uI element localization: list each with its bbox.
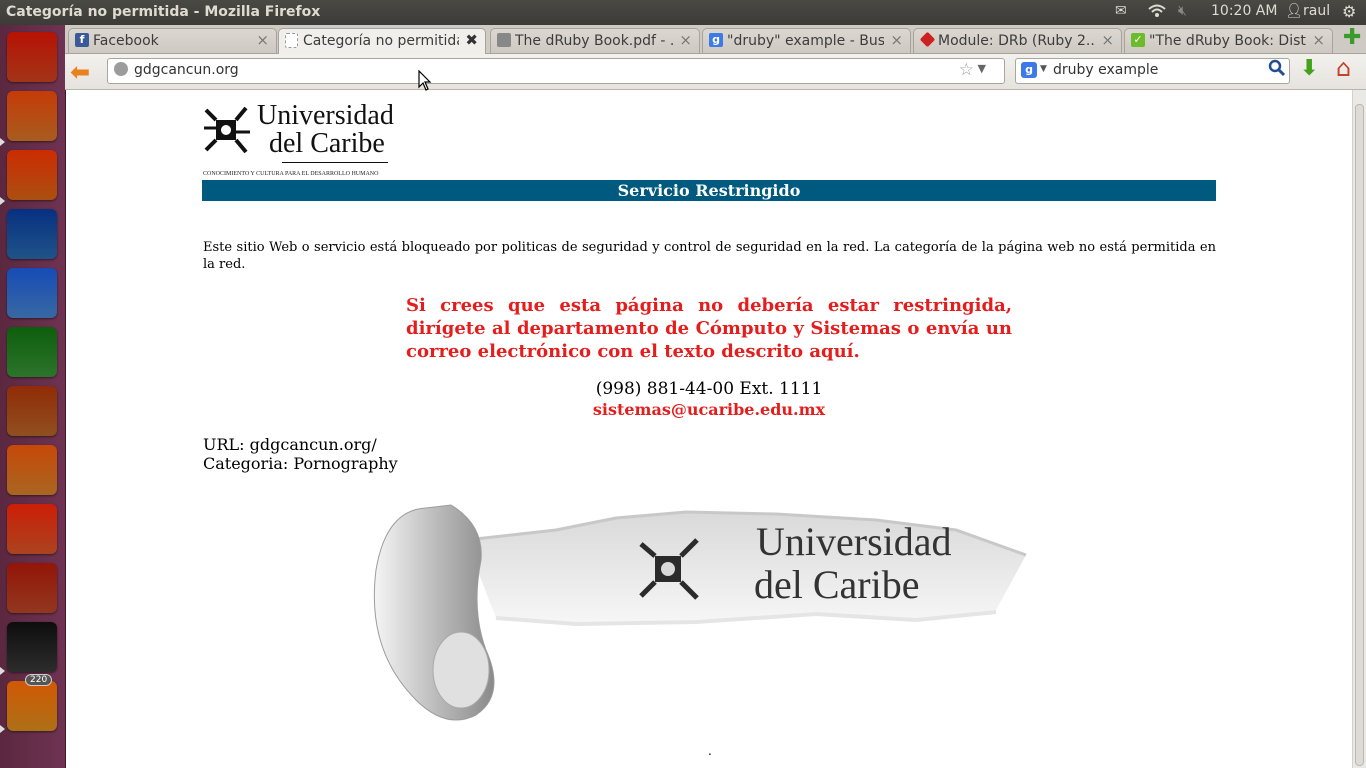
unity-launcher: 220: [0, 25, 66, 768]
tab-title: The dRuby Book.pdf - ...: [515, 33, 673, 49]
launcher-files[interactable]: [7, 91, 57, 141]
launcher-firefox[interactable]: [7, 150, 57, 200]
tab-google-search[interactable]: g "druby" example - Bus... ×: [702, 28, 911, 53]
user-name[interactable]: raul: [1303, 3, 1330, 19]
back-arrow-icon[interactable]: ⬅: [70, 58, 90, 86]
search-bar[interactable]: g ▼ druby example: [1015, 58, 1290, 84]
university-logo: Universidad del Caribe CONOCIMIENTO Y CU…: [202, 100, 394, 178]
restricted-banner: Servicio Restringido: [202, 180, 1216, 201]
logo-text-line2: del Caribe: [269, 128, 385, 159]
clock[interactable]: 10:20 AM: [1211, 3, 1277, 19]
check-icon: ✓: [1131, 33, 1145, 47]
phone-number: (998) 881-44-00 Ext. 1111: [595, 379, 823, 399]
home-icon[interactable]: ⌂: [1336, 54, 1351, 82]
new-tab-plus-icon[interactable]: ✚: [1343, 25, 1361, 50]
url-text[interactable]: gdgcancun.org: [134, 62, 239, 78]
search-input[interactable]: druby example: [1053, 62, 1158, 78]
blocked-category: Categoria: Pornography: [203, 454, 398, 473]
tab-title: Facebook: [93, 33, 159, 49]
page-dot: .: [708, 744, 712, 758]
email-address[interactable]: sistemas@ucaribe.edu.mx: [509, 400, 909, 419]
bookmark-star-icon[interactable]: ☆: [959, 60, 974, 80]
google-search-engine-icon[interactable]: g: [1021, 62, 1037, 78]
launcher-dash-home[interactable]: [7, 32, 57, 82]
close-tab-icon[interactable]: ×: [256, 31, 269, 49]
mail-icon[interactable]: ✉: [1115, 3, 1127, 19]
mouse-pointer-icon: [418, 70, 432, 91]
running-app-indicator: [0, 197, 5, 205]
search-magnifier-icon[interactable]: [1268, 59, 1286, 82]
launcher-ubuntu-one[interactable]: [7, 504, 57, 554]
tab-strip: f Facebook × Categoría no permitida ✖ Th…: [65, 25, 1366, 54]
pdf-icon: [497, 33, 511, 47]
tab-categoria[interactable]: Categoría no permitida ✖: [278, 28, 486, 54]
ruby-icon: [919, 31, 936, 48]
google-icon: g: [709, 33, 723, 47]
tab-druby-pdf[interactable]: The dRuby Book.pdf - ... ×: [490, 28, 700, 53]
running-app-indicator: [0, 138, 5, 146]
window-title: Categoría no permitida - Mozilla Firefox: [6, 4, 321, 20]
torn-paper-logo-image: Universidad del Caribe: [373, 504, 1027, 721]
tab-title: Categoría no permitida: [303, 33, 459, 49]
vertical-scrollbar[interactable]: [1352, 90, 1366, 768]
tab-title: Module: DRb (Ruby 2....: [938, 33, 1095, 49]
user-icon[interactable]: 👤︎: [1285, 3, 1303, 19]
tab-facebook[interactable]: f Facebook ×: [68, 28, 277, 53]
launcher-libreoffice-writer[interactable]: [7, 209, 57, 259]
launcher-system-settings[interactable]: [7, 563, 57, 613]
tab-title: "druby" example - Bus...: [727, 33, 884, 49]
scrollbar-thumb[interactable]: [1355, 104, 1364, 766]
facebook-icon: f: [75, 33, 89, 47]
mayan-glyph-icon: [204, 106, 250, 154]
wifi-icon[interactable]: [1147, 3, 1167, 23]
logo-text-line1: Universidad: [257, 100, 394, 131]
launcher-update-manager[interactable]: [7, 681, 57, 731]
tab-title: "The dRuby Book: Dist...: [1149, 33, 1306, 49]
running-app-indicator: [0, 667, 5, 675]
close-tab-icon[interactable]: ×: [1101, 31, 1114, 49]
launcher-libreoffice-impress[interactable]: [7, 386, 57, 436]
block-description: Este sitio Web o servicio está bloqueado…: [203, 240, 1216, 272]
search-engine-dropdown-icon[interactable]: ▼: [1040, 64, 1047, 74]
web-page: Universidad del Caribe CONOCIMIENTO Y CU…: [66, 90, 1352, 768]
download-arrow-icon[interactable]: ⬇: [1300, 56, 1318, 81]
top-panel: Categoría no permitida - Mozilla Firefox…: [0, 0, 1366, 25]
navigation-toolbar: ⬅ gdgcancun.org ☆ ▼ ↻ g ▼ druby example …: [65, 54, 1366, 90]
close-tab-icon[interactable]: ✖: [465, 31, 478, 49]
tab-drb-module[interactable]: Module: DRb (Ruby 2.... ×: [913, 28, 1122, 53]
close-tab-icon[interactable]: ×: [679, 31, 692, 49]
close-tab-icon[interactable]: ×: [1312, 31, 1325, 49]
logo-rule: [282, 162, 388, 163]
url-bar[interactable]: gdgcancun.org ☆ ▼ ↻: [107, 58, 1032, 84]
url-history-dropdown-icon[interactable]: ▼: [978, 62, 986, 75]
launcher-chromium[interactable]: [7, 268, 57, 318]
torn-logo-line2: del Caribe: [754, 562, 920, 607]
volume-muted-icon[interactable]: 🔇︎: [1178, 3, 1187, 19]
globe-icon: [114, 62, 128, 76]
tab-druby-book[interactable]: ✓ "The dRuby Book: Dist... ×: [1124, 28, 1333, 53]
close-tab-icon[interactable]: ×: [890, 31, 903, 49]
launcher-ubuntu-software-center[interactable]: [7, 445, 57, 495]
launcher-libreoffice-calc[interactable]: [7, 327, 57, 377]
logo-tagline: CONOCIMIENTO Y CULTURA PARA EL DESARROLL…: [203, 171, 379, 177]
power-gear-icon[interactable]: ⚙: [1342, 2, 1356, 21]
contact-warning: Si crees que esta página no debería esta…: [406, 295, 1012, 362]
update-count-badge: 220: [25, 674, 53, 686]
torn-logo-line1: Universidad: [756, 519, 952, 564]
launcher-terminal[interactable]: [7, 622, 57, 672]
blocked-url: URL: gdgcancun.org/: [203, 435, 377, 454]
blank-page-icon: [285, 33, 298, 48]
running-app-indicator: [0, 725, 5, 733]
